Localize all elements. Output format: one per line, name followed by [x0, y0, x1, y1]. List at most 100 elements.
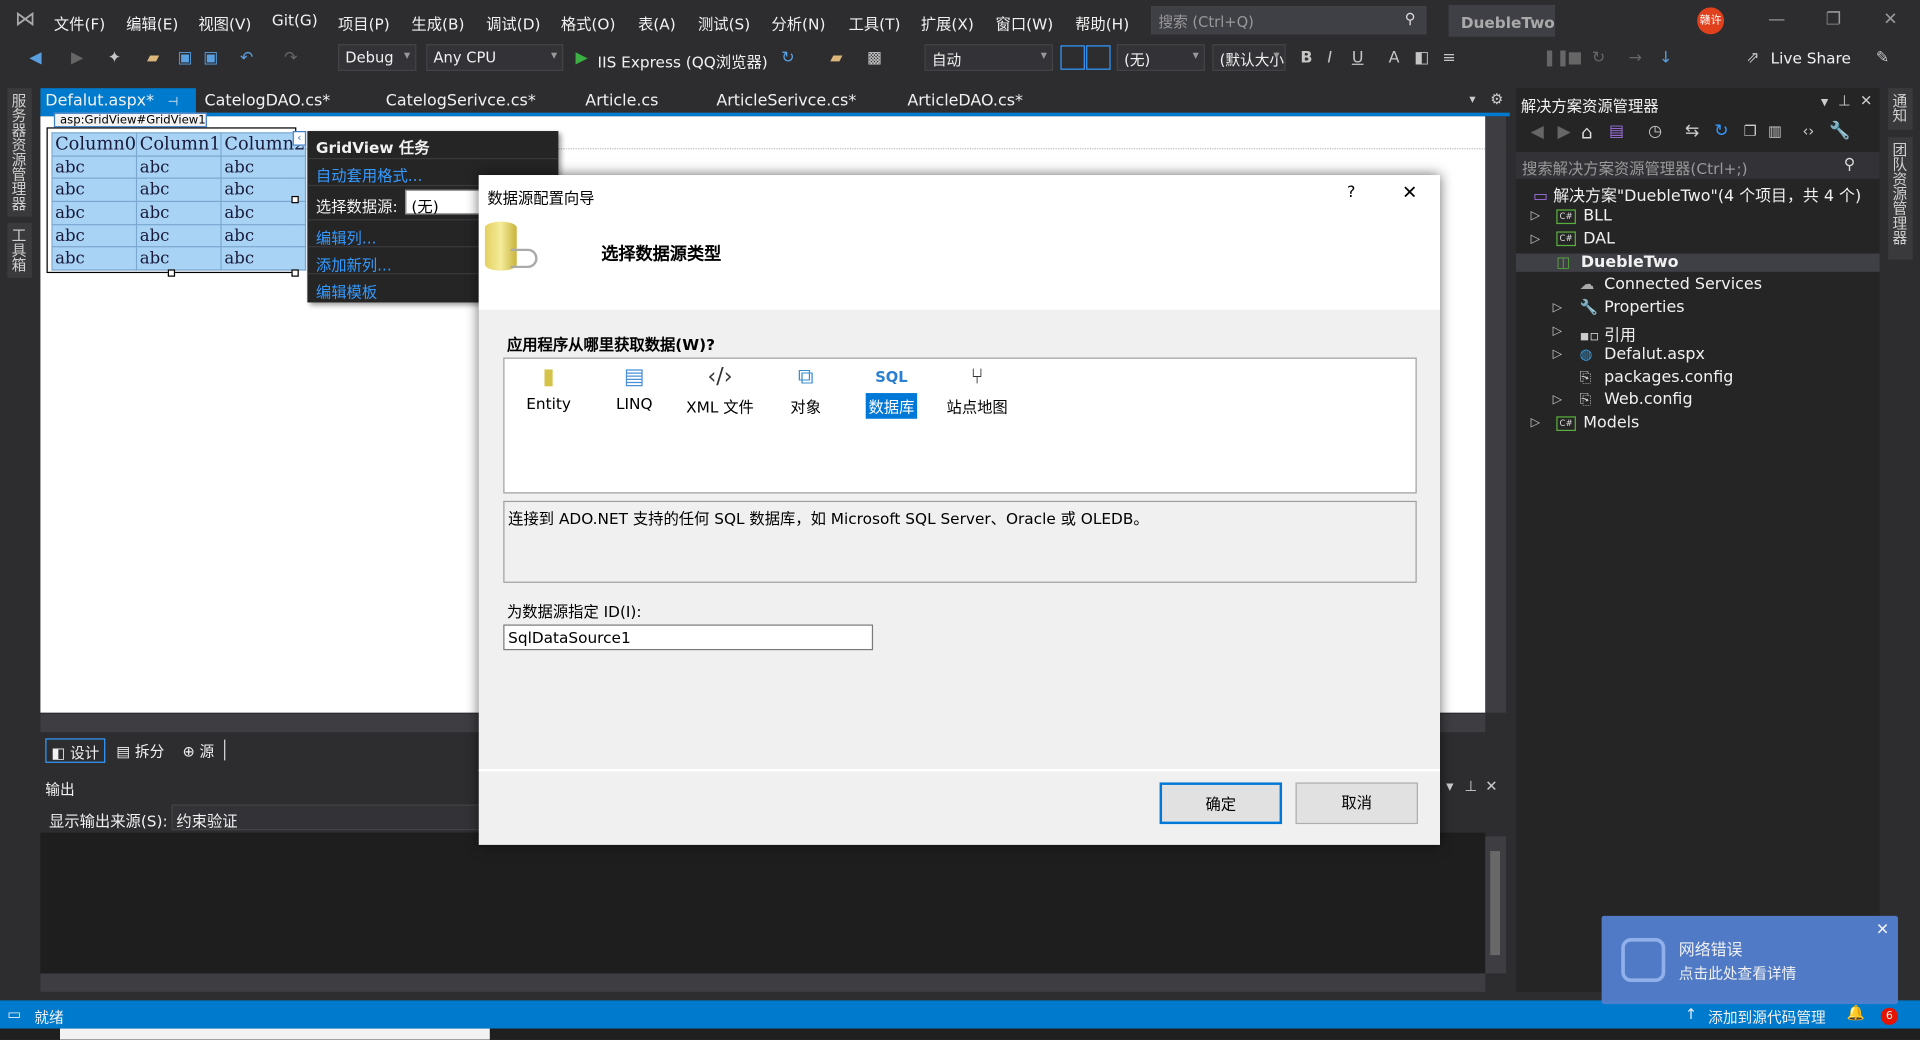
- image-icon[interactable]: ▩: [867, 49, 882, 67]
- underline-icon[interactable]: U: [1352, 49, 1364, 67]
- restart-icon[interactable]: ↻: [1592, 49, 1605, 67]
- step-into-icon[interactable]: ↓: [1659, 49, 1672, 67]
- tree-item[interactable]: C# Models: [1556, 414, 1639, 432]
- font-size-select[interactable]: (默认大小): [1212, 44, 1286, 72]
- close-icon[interactable]: ✕: [1883, 10, 1897, 30]
- notifications-tab[interactable]: 通知: [1888, 88, 1913, 130]
- resize-handle[interactable]: [291, 195, 299, 204]
- smart-tag-collapse-icon[interactable]: ‹: [292, 131, 307, 146]
- menu-item[interactable]: 窗口(W): [996, 11, 1054, 34]
- source-type-xml[interactable]: ‹/› XML 文件: [682, 361, 758, 419]
- tab-document[interactable]: ArticleDAO.cs*: [902, 88, 1027, 114]
- output-text-area[interactable]: [40, 832, 1486, 974]
- data-source-type-list[interactable]: ▮ Entity ▤ LINQ ‹/› XML 文件 ⧉ 对象 SQL 数据库 ⑂ 站点地图: [503, 357, 1417, 494]
- expand-icon[interactable]: ▷: [1531, 232, 1540, 245]
- live-share-button[interactable]: Live Share: [1771, 49, 1851, 67]
- expand-icon[interactable]: ▷: [1553, 301, 1562, 314]
- show-next-icon[interactable]: →: [1629, 49, 1642, 67]
- menu-item[interactable]: 调试(D): [486, 11, 540, 34]
- designer-vertical-scrollbar[interactable]: [1485, 116, 1507, 713]
- italic-icon[interactable]: I: [1327, 49, 1332, 67]
- gridview-tag[interactable]: asp:GridView#GridView1: [53, 112, 207, 128]
- se-back-icon[interactable]: ◀: [1531, 122, 1544, 142]
- menu-item[interactable]: 表(A): [638, 11, 676, 34]
- pause-icon[interactable]: ❚❚: [1543, 49, 1570, 67]
- gridview[interactable]: Column0 Column1 Column2 abc abc abc abc abc abc a…: [46, 127, 307, 274]
- expand-icon[interactable]: ▷: [1531, 417, 1540, 430]
- forward-icon[interactable]: ▶: [71, 49, 83, 67]
- tab-document[interactable]: Defalut.aspx* ⊣ ✕: [40, 88, 196, 129]
- sync-icon[interactable]: ⇆: [1685, 121, 1699, 141]
- absolute-position-icon[interactable]: [1086, 45, 1111, 70]
- se-close-icon[interactable]: ✕: [1860, 92, 1872, 109]
- minimize-icon[interactable]: —: [1768, 10, 1785, 30]
- switch-view-icon[interactable]: ▤: [1609, 122, 1624, 140]
- pin-icon[interactable]: ⊥: [1464, 778, 1477, 795]
- save-all-icon[interactable]: ▣: [203, 49, 218, 67]
- source-type-object[interactable]: ⧉ 对象: [768, 361, 844, 419]
- bold-icon[interactable]: B: [1300, 49, 1312, 67]
- pin-tab-icon[interactable]: ⊣: [164, 96, 179, 109]
- pending-changes-icon[interactable]: ◷: [1648, 122, 1662, 140]
- tab-document[interactable]: CatelogSerivce.cs*: [381, 88, 541, 114]
- network-error-toast[interactable]: 网络错误 点击此处查看详情 ✕: [1601, 915, 1898, 1005]
- run-icon[interactable]: ▶: [576, 49, 588, 67]
- dialog-close-icon[interactable]: ✕: [1402, 181, 1417, 203]
- data-source-id-input[interactable]: SqlDataSource1: [503, 624, 874, 651]
- ok-button[interactable]: 确定: [1159, 782, 1283, 825]
- tab-list-dropdown-icon[interactable]: ▾: [1469, 93, 1475, 106]
- properties-wrench-icon[interactable]: 🔧: [1829, 121, 1850, 141]
- tab-document[interactable]: Article.cs: [580, 88, 663, 114]
- view-code-icon[interactable]: ‹›: [1802, 122, 1814, 139]
- tree-item[interactable]: 🔧 Properties: [1580, 299, 1685, 317]
- refresh-icon[interactable]: ↻: [781, 49, 794, 67]
- cancel-button[interactable]: 取消: [1295, 782, 1418, 825]
- tree-item[interactable]: ◍ Defalut.aspx: [1580, 345, 1705, 363]
- redo-icon[interactable]: ↷: [284, 49, 297, 67]
- notification-bell-icon[interactable]: 🔔: [1847, 1004, 1865, 1021]
- menu-item[interactable]: 帮助(H): [1075, 11, 1129, 34]
- design-view-button[interactable]: ◧ 设计: [45, 738, 106, 763]
- se-pin-icon[interactable]: ⊥: [1838, 92, 1851, 109]
- menu-item[interactable]: 项目(P): [338, 11, 390, 34]
- menu-item[interactable]: 编辑(E): [126, 11, 178, 34]
- output-source-select[interactable]: 约束验证: [171, 804, 490, 831]
- server-explorer-tab[interactable]: 服务器资源管理器: [7, 88, 32, 217]
- menu-item[interactable]: 生成(B): [411, 11, 464, 34]
- platform-select[interactable]: Any CPU: [426, 44, 564, 72]
- font-color-icon[interactable]: A: [1389, 49, 1400, 67]
- tree-item[interactable]: ⎘ packages.config: [1580, 368, 1734, 386]
- tree-item[interactable]: ☁ Connected Services: [1580, 276, 1762, 294]
- se-search-input[interactable]: 搜索解决方案资源管理器(Ctrl+;) ⚲: [1515, 151, 1880, 179]
- expand-icon[interactable]: ▷: [1553, 348, 1562, 361]
- tree-item[interactable]: ▪▫ 引用: [1580, 322, 1636, 345]
- style-select[interactable]: (无): [1116, 44, 1205, 72]
- menu-item[interactable]: 工具(T): [849, 11, 901, 34]
- position-icon[interactable]: [1060, 45, 1085, 70]
- run-target[interactable]: IIS Express (QQ浏览器): [598, 49, 768, 72]
- output-horizontal-scrollbar[interactable]: [40, 973, 1486, 992]
- tab-document[interactable]: CatelogDAO.cs*: [200, 88, 336, 114]
- home-icon[interactable]: ⌂: [1581, 121, 1593, 143]
- highlight-icon[interactable]: ◧: [1414, 49, 1429, 67]
- settings-icon[interactable]: ⚙: [1490, 91, 1503, 108]
- help-button[interactable]: ?: [1347, 184, 1355, 202]
- expand-icon[interactable]: ▷: [1553, 324, 1562, 337]
- menu-item[interactable]: 测试(S): [698, 11, 750, 34]
- toolbox-tab[interactable]: 工具箱: [7, 222, 32, 278]
- resize-handle[interactable]: [167, 269, 176, 277]
- menu-item[interactable]: 格式(O): [561, 11, 616, 34]
- new-project-icon[interactable]: ✦: [108, 49, 121, 67]
- add-to-source-control[interactable]: 添加到源代码管理: [1708, 1007, 1826, 1028]
- open-icon[interactable]: ▰: [147, 49, 159, 67]
- folder-icon[interactable]: ▰: [830, 49, 842, 67]
- block-format-select[interactable]: 自动: [924, 44, 1054, 72]
- source-type-entity[interactable]: ▮ Entity: [511, 361, 587, 414]
- se-dropdown-icon[interactable]: ▾: [1821, 93, 1828, 110]
- source-type-linq[interactable]: ▤ LINQ: [596, 361, 672, 414]
- menu-item[interactable]: Git(G): [272, 11, 318, 29]
- toast-close-icon[interactable]: ✕: [1876, 921, 1889, 939]
- save-icon[interactable]: ▣: [178, 49, 193, 67]
- output-dropdown-icon[interactable]: ▾: [1446, 778, 1453, 795]
- expand-icon[interactable]: ▷: [1553, 394, 1562, 407]
